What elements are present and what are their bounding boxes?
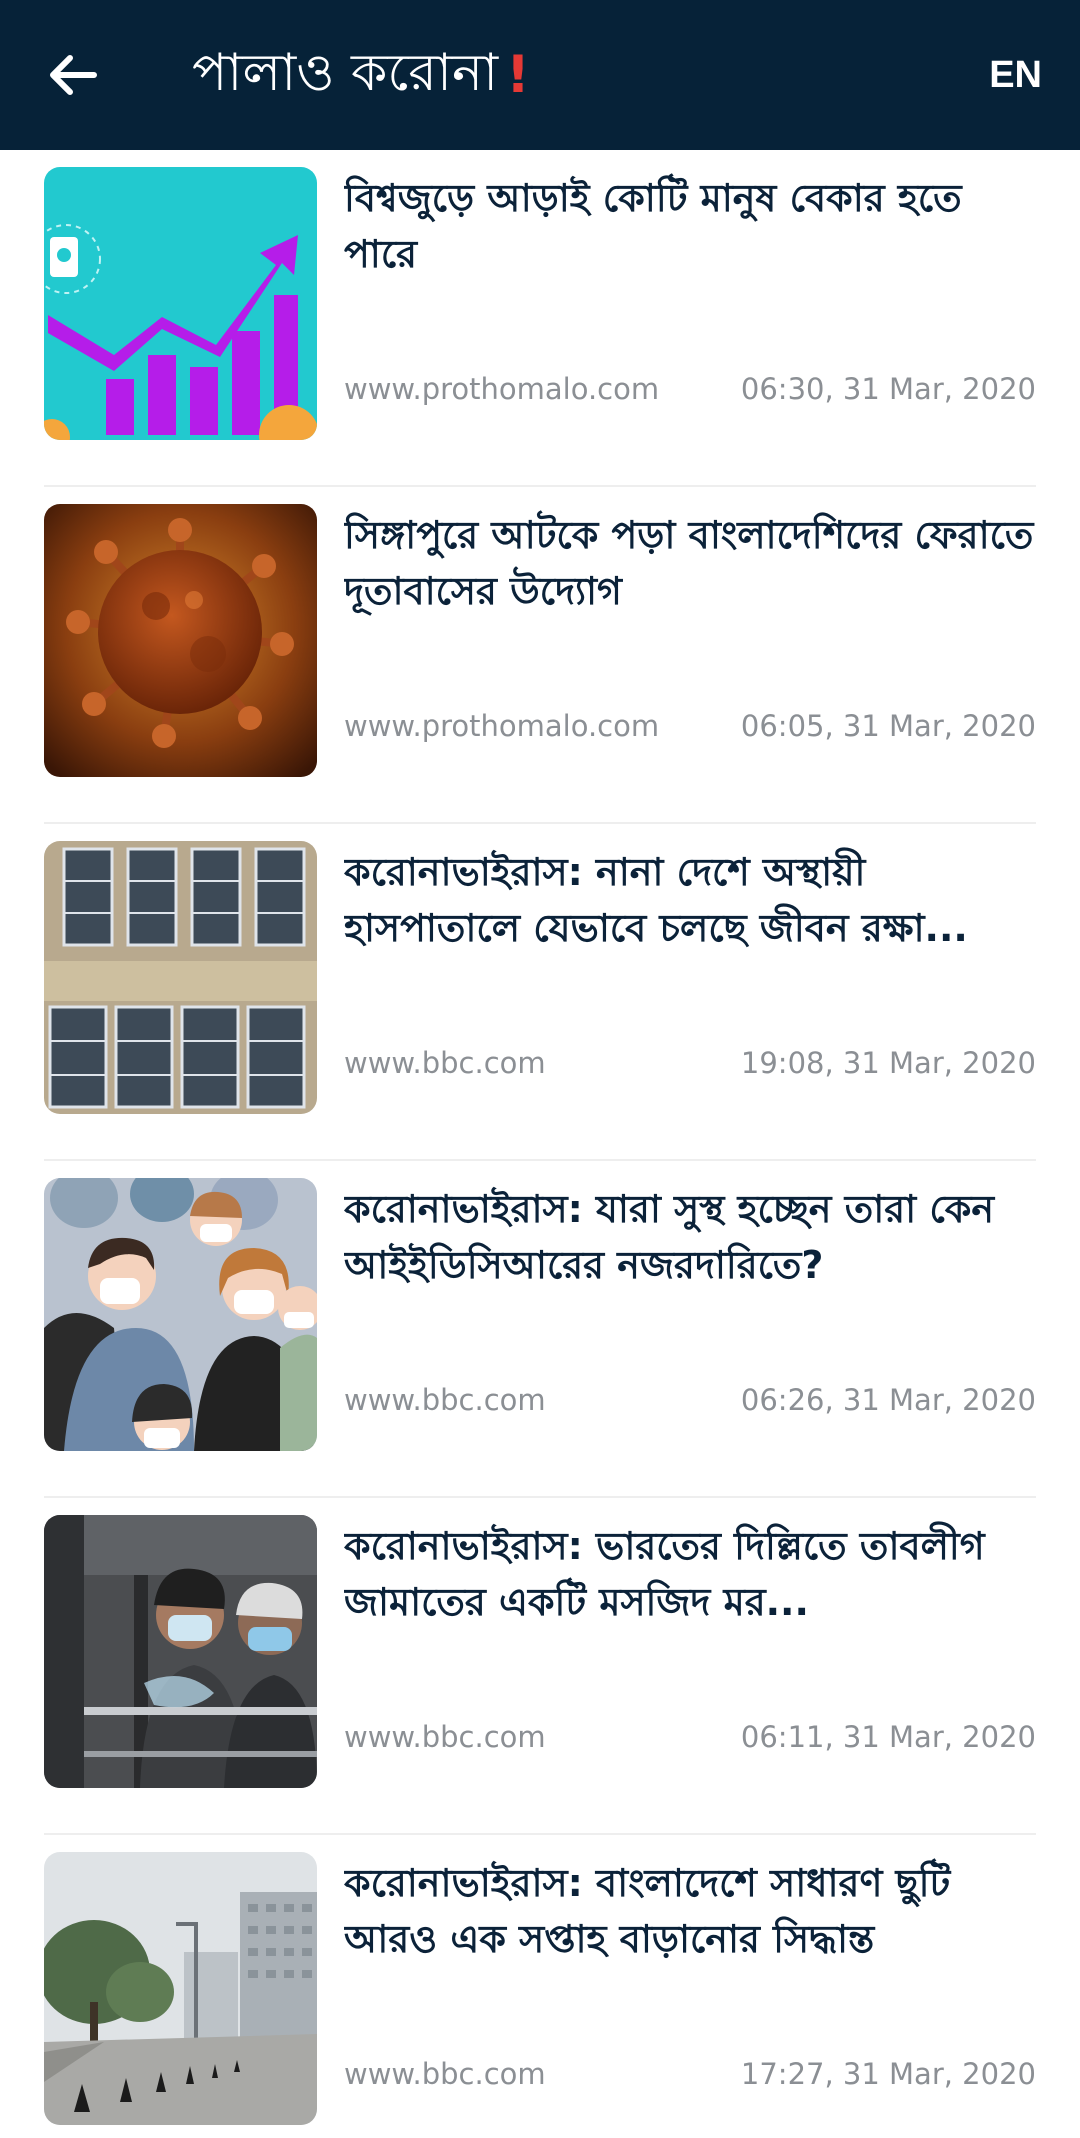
news-item[interactable]: করোনাভাইরাস: নানা দেশে অস্থায়ী হাসপাতাল… <box>0 824 1080 1161</box>
news-source: www.bbc.com <box>344 1046 546 1080</box>
page-title-text: পালাও করোনা <box>192 42 499 103</box>
empty-street-cones <box>44 1852 317 2125</box>
app-bar: পালাও করোনা ! EN <box>0 0 1080 150</box>
news-item[interactable]: করোনাভাইরাস: বাংলাদেশে সাধারণ ছুটি আরও এ… <box>0 1835 1080 2138</box>
news-thumbnail <box>44 167 317 440</box>
chart-arrow-illustration <box>44 167 317 440</box>
news-time: 19:08, 31 Mar, 2020 <box>740 1046 1036 1080</box>
news-source: www.bbc.com <box>344 1383 546 1417</box>
news-source: www.bbc.com <box>344 2057 546 2091</box>
news-time: 06:26, 31 Mar, 2020 <box>740 1383 1036 1417</box>
news-thumbnail <box>44 1515 317 1788</box>
field-hospital-aerial <box>44 841 317 1114</box>
page-title: পালাও করোনা ! <box>192 0 530 150</box>
news-source: www.prothomalo.com <box>344 709 660 743</box>
language-toggle-button[interactable]: EN <box>989 0 1042 150</box>
news-headline: করোনাভাইরাস: যারা সুস্থ হচ্ছেন তারা কেন … <box>344 1187 995 1287</box>
news-thumbnail <box>44 1178 317 1451</box>
news-headline: সিঙ্গাপুরে আটকে পড়া বাংলাদেশিদের ফেরাতে… <box>344 513 1034 613</box>
news-headline: করোনাভাইরাস: ভারতের দিল্লিতে তাবলীগ জামা… <box>344 1524 985 1624</box>
bus-passengers-masks <box>44 1515 317 1788</box>
news-time: 06:05, 31 Mar, 2020 <box>740 709 1036 743</box>
news-item[interactable]: করোনাভাইরাস: যারা সুস্থ হচ্ছেন তারা কেন … <box>0 1161 1080 1498</box>
news-thumbnail <box>44 504 317 777</box>
arrow-left-icon <box>50 55 97 95</box>
news-time: 06:11, 31 Mar, 2020 <box>740 1720 1036 1754</box>
news-item[interactable]: সিঙ্গাপুরে আটকে পড়া বাংলাদেশিদের ফেরাতে… <box>0 487 1080 824</box>
news-source: www.bbc.com <box>344 1720 546 1754</box>
news-headline: করোনাভাইরাস: বাংলাদেশে সাধারণ ছুটি আরও এ… <box>344 1861 951 1961</box>
news-time: 06:30, 31 Mar, 2020 <box>740 372 1036 406</box>
news-thumbnail <box>44 1852 317 2125</box>
page-title-mark: ! <box>506 45 530 105</box>
news-list: বিশ্বজুড়ে আড়াই কোটি মানুষ বেকার হতে পা… <box>0 150 1080 2138</box>
news-headline: বিশ্বজুড়ে আড়াই কোটি মানুষ বেকার হতে পা… <box>344 176 962 276</box>
news-thumbnail <box>44 841 317 1114</box>
masked-crowd-illustration <box>44 1178 317 1451</box>
back-button[interactable] <box>28 30 118 120</box>
news-time: 17:27, 31 Mar, 2020 <box>740 2057 1036 2091</box>
news-item[interactable]: করোনাভাইরাস: ভারতের দিল্লিতে তাবলীগ জামা… <box>0 1498 1080 1835</box>
coronavirus-particle <box>44 504 317 777</box>
news-item[interactable]: বিশ্বজুড়ে আড়াই কোটি মানুষ বেকার হতে পা… <box>0 150 1080 487</box>
news-source: www.prothomalo.com <box>344 372 660 406</box>
news-headline: করোনাভাইরাস: নানা দেশে অস্থায়ী হাসপাতাল… <box>344 850 968 950</box>
